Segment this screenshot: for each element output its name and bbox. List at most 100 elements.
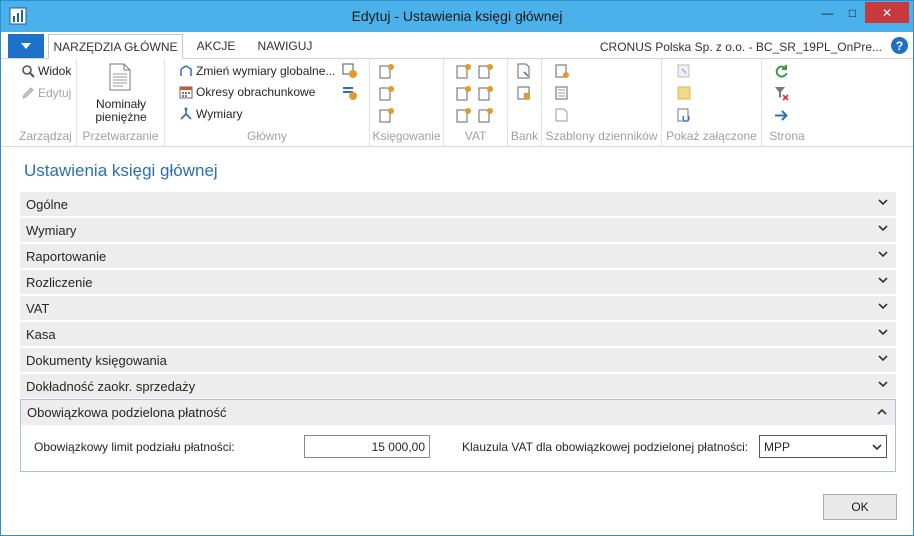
group-process: Nominały pieniężne Przetwarzanie xyxy=(77,59,165,147)
group-posting: Księgowanie xyxy=(370,59,444,147)
group-label-page: Strona xyxy=(769,129,805,143)
fasttab-label: Wymiary xyxy=(26,223,77,238)
edit-label: Edytuj xyxy=(38,86,72,100)
group-label-posting: Księgowanie xyxy=(372,129,441,143)
vat-clause-select[interactable]: MPP xyxy=(759,435,887,458)
settings-person-icon xyxy=(342,63,357,78)
chevron-down-icon xyxy=(878,199,888,206)
maximize-button[interactable]: □ xyxy=(840,2,865,23)
page-title: Ustawienia księgi głównej xyxy=(24,161,218,180)
tab-home[interactable]: NARZĘDZIA GŁÓWNE xyxy=(48,34,183,59)
company-name: CRONUS Polska Sp. z o.o. - BC_SR_19PL_On… xyxy=(599,40,882,54)
links-icon[interactable] xyxy=(676,63,692,82)
vat-setup-icon-6[interactable] xyxy=(478,107,494,126)
chevron-down-icon xyxy=(878,381,888,388)
fasttab-label: Dokładność zaokr. sprzedaży xyxy=(26,379,196,394)
bank-icon-1[interactable] xyxy=(516,63,532,82)
group-manage: Widok Edytuj Zarządzaj xyxy=(15,59,77,147)
vat-clause-label: Klauzula VAT dla obowiązkowej podzielone… xyxy=(462,440,749,454)
settings-gear-icon xyxy=(343,87,357,100)
posting-setup-icon-2[interactable] xyxy=(379,85,395,104)
fasttab-vat[interactable]: VAT xyxy=(20,296,896,320)
group-attachments: Pokaż załączone xyxy=(662,59,762,147)
group-page: Strona xyxy=(762,59,812,147)
vat-setup-icon-5[interactable] xyxy=(456,107,472,126)
minimize-icon: — xyxy=(821,5,834,20)
edit-button[interactable]: Edytuj xyxy=(21,86,71,100)
help-icon[interactable]: ? xyxy=(891,37,908,54)
view-button[interactable]: Widok xyxy=(21,64,71,78)
group-main: Zmień wymiary globalne... Okresy obrachu… xyxy=(165,59,370,147)
fasttab-label: Kasa xyxy=(26,327,56,342)
maximize-icon: □ xyxy=(848,5,857,20)
fasttab-label: Ogólne xyxy=(26,197,68,212)
group-label-journal-templates: Szablony dzienników xyxy=(545,129,658,143)
close-button[interactable]: ✕ xyxy=(865,2,909,23)
ribbon: Widok Edytuj Zarządzaj Nominały pieniężn… xyxy=(1,59,913,147)
fasttab-application[interactable]: Rozliczenie xyxy=(20,270,896,294)
dimensions-change-icon xyxy=(180,65,192,76)
vat-setup-icon-1[interactable] xyxy=(456,63,472,82)
group-journal-templates: Szablony dzienników xyxy=(542,59,662,147)
group-label-main: Główny xyxy=(246,129,287,143)
notes-icon[interactable] xyxy=(676,85,692,104)
chevron-down-icon xyxy=(878,225,888,232)
vat-setup-icon-2[interactable] xyxy=(478,63,494,82)
chevron-down-icon xyxy=(878,355,888,362)
minimize-button[interactable]: — xyxy=(815,2,840,23)
setup-button-2[interactable] xyxy=(342,85,358,104)
denominations-button[interactable] xyxy=(109,63,131,94)
change-global-dimensions-button[interactable]: Zmień wymiary globalne... xyxy=(179,64,335,78)
journal-template-icon-2[interactable] xyxy=(554,85,570,104)
chevron-down-icon xyxy=(878,303,888,310)
journal-template-icon-3[interactable] xyxy=(554,107,570,126)
setup-button-1[interactable] xyxy=(342,63,358,82)
accounting-periods-button[interactable]: Okresy obrachunkowe xyxy=(179,85,315,99)
window-title: Edytuj - Ustawienia księgi głównej xyxy=(351,8,563,24)
group-label-process: Przetwarzanie xyxy=(82,129,159,143)
dimensions-button[interactable]: Wymiary xyxy=(179,107,243,121)
fasttab-rounding[interactable]: Dokładność zaokr. sprzedaży xyxy=(20,374,896,398)
dimensions-icon xyxy=(180,107,192,120)
ok-button[interactable]: OK xyxy=(823,494,897,520)
refresh-icon[interactable] xyxy=(774,64,789,82)
fasttab-split-payment-header[interactable]: Obowiązkowa podzielona płatność xyxy=(21,400,895,425)
vat-setup-icon-3[interactable] xyxy=(456,85,472,104)
fasttab-label: Obowiązkowa podzielona płatność xyxy=(27,405,227,420)
ribbon-tab-bar: NARZĘDZIA GŁÓWNE AKCJE NAWIGUJ CRONUS Po… xyxy=(1,32,913,59)
accounting-periods-label: Okresy obrachunkowe xyxy=(196,85,316,99)
limit-label: Obowiązkowy limit podziału płatności: xyxy=(34,440,235,454)
posting-setup-icon-3[interactable] xyxy=(379,107,395,126)
posting-setup-icon-1[interactable] xyxy=(379,63,395,82)
dimensions-label: Wymiary xyxy=(196,107,243,121)
vat-setup-icon-4[interactable] xyxy=(478,85,494,104)
fasttab-posting-documents[interactable]: Dokumenty księgowania xyxy=(20,348,896,372)
chevron-up-icon xyxy=(877,408,887,415)
fasttab-label: Rozliczenie xyxy=(26,275,93,290)
group-vat: VAT xyxy=(444,59,508,147)
attachment-icon[interactable] xyxy=(676,107,692,126)
tab-actions[interactable]: AKCJE xyxy=(189,34,243,59)
journal-template-icon-1[interactable] xyxy=(554,63,570,82)
main-window: Edytuj - Ustawienia księgi głównej — □ ✕… xyxy=(0,0,914,536)
document-icon xyxy=(109,63,131,91)
clear-filter-icon[interactable] xyxy=(774,86,789,104)
bank-icon-2[interactable] xyxy=(516,85,532,104)
fasttab-reporting[interactable]: Raportowanie xyxy=(20,244,896,268)
fasttab-general[interactable]: Ogólne xyxy=(20,192,896,216)
pencil-icon xyxy=(22,87,34,99)
fasttab-cash[interactable]: Kasa xyxy=(20,322,896,346)
title-bar: Edytuj - Ustawienia księgi głównej — □ ✕ xyxy=(1,1,913,32)
denominations-label[interactable]: Nominały pieniężne xyxy=(77,98,165,124)
limit-input[interactable]: 15 000,00 xyxy=(304,435,430,458)
fasttab-label: Raportowanie xyxy=(26,249,107,264)
app-menu-button[interactable] xyxy=(8,34,44,58)
next-arrow-icon[interactable] xyxy=(774,108,789,126)
group-label-manage: Zarządzaj xyxy=(19,129,72,143)
vat-clause-value: MPP xyxy=(764,440,791,454)
group-label-attachments: Pokaż załączone xyxy=(666,129,757,143)
fasttab-dimensions[interactable]: Wymiary xyxy=(20,218,896,242)
calendar-icon xyxy=(179,86,193,99)
tab-navigate[interactable]: NAWIGUJ xyxy=(249,34,321,59)
chevron-down-icon xyxy=(878,277,888,284)
